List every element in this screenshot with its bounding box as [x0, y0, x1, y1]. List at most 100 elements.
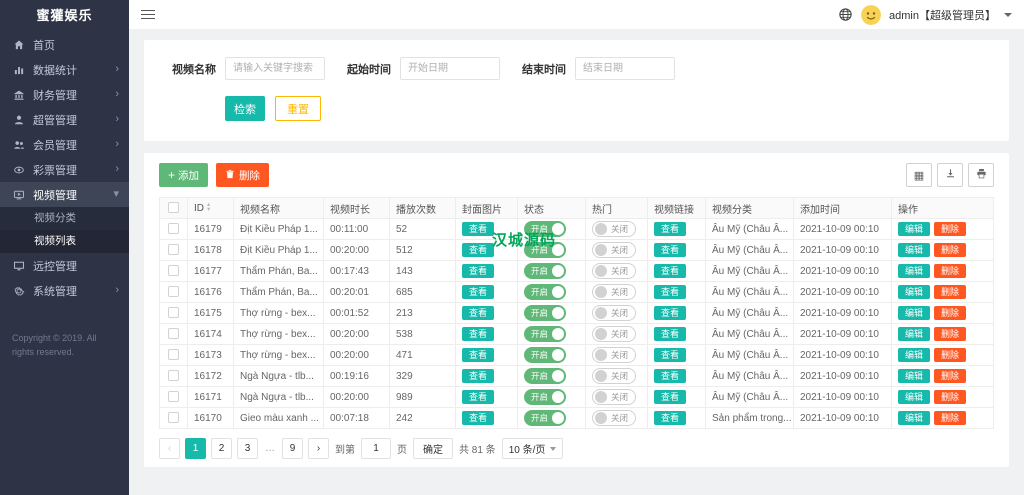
sidebar-item[interactable]: 首页 — [0, 32, 129, 57]
edit-button[interactable]: 编辑 — [898, 389, 931, 405]
sidebar-item[interactable]: 超管管理 › — [0, 107, 129, 132]
view-link-button[interactable]: 查看 — [654, 263, 687, 279]
per-page-select[interactable]: 10 条/页 — [501, 438, 564, 459]
view-link-button[interactable]: 查看 — [654, 305, 687, 321]
row-checkbox[interactable] — [168, 244, 179, 256]
view-cover-button[interactable]: 查看 — [462, 389, 495, 405]
delete-button[interactable]: 删除 — [934, 368, 967, 384]
row-checkbox[interactable] — [168, 328, 179, 340]
goto-confirm-button[interactable]: 确定 — [413, 438, 453, 459]
filter-columns-button[interactable]: ▦ — [906, 163, 932, 187]
edit-button[interactable]: 编辑 — [898, 242, 931, 258]
hot-toggle[interactable]: 关闭 — [592, 347, 637, 363]
row-checkbox[interactable] — [168, 349, 179, 361]
view-link-button[interactable]: 查看 — [654, 410, 687, 426]
view-cover-button[interactable]: 查看 — [462, 284, 495, 300]
page-button-2[interactable]: 2 — [211, 438, 232, 459]
hot-toggle[interactable]: 关闭 — [592, 263, 637, 279]
sidebar-item[interactable]: 彩票管理 › — [0, 157, 129, 182]
video-name-input[interactable] — [225, 57, 325, 80]
delete-button[interactable]: 删除 — [934, 347, 967, 363]
hot-toggle[interactable]: 关闭 — [592, 389, 637, 405]
start-date-input[interactable] — [400, 57, 500, 80]
sidebar-item[interactable]: 远控管理 — [0, 253, 129, 278]
export-button[interactable] — [937, 163, 963, 187]
sidebar-subitem[interactable]: 视频列表 — [0, 230, 129, 253]
sidebar-item[interactable]: 数据统计 › — [0, 57, 129, 82]
add-button[interactable]: + 添加 — [159, 163, 209, 187]
status-toggle[interactable]: 开启 — [524, 347, 567, 363]
view-cover-button[interactable]: 查看 — [462, 347, 495, 363]
view-link-button[interactable]: 查看 — [654, 284, 687, 300]
hot-toggle[interactable]: 关闭 — [592, 410, 637, 426]
view-link-button[interactable]: 查看 — [654, 326, 687, 342]
reset-button[interactable]: 重置 — [275, 96, 321, 121]
select-all-checkbox[interactable] — [168, 202, 179, 214]
row-checkbox[interactable] — [168, 391, 179, 403]
delete-button[interactable]: 删除 — [934, 410, 967, 426]
view-link-button[interactable]: 查看 — [654, 221, 687, 237]
edit-button[interactable]: 编辑 — [898, 263, 931, 279]
user-avatar[interactable] — [861, 4, 882, 25]
status-toggle[interactable]: 开启 — [524, 410, 567, 426]
user-menu[interactable]: admin【超级管理员】 — [889, 7, 996, 23]
status-toggle[interactable]: 开启 — [524, 305, 567, 321]
edit-button[interactable]: 编辑 — [898, 284, 931, 300]
delete-selected-button[interactable]: 删除 — [216, 163, 270, 187]
delete-button[interactable]: 删除 — [934, 305, 967, 321]
delete-button[interactable]: 删除 — [934, 263, 967, 279]
delete-button[interactable]: 删除 — [934, 284, 967, 300]
search-button[interactable]: 检索 — [225, 96, 265, 121]
row-checkbox[interactable] — [168, 307, 179, 319]
hot-toggle[interactable]: 关闭 — [592, 221, 637, 237]
edit-button[interactable]: 编辑 — [898, 347, 931, 363]
hot-toggle[interactable]: 关闭 — [592, 305, 637, 321]
view-cover-button[interactable]: 查看 — [462, 326, 495, 342]
delete-button[interactable]: 删除 — [934, 221, 967, 237]
delete-button[interactable]: 删除 — [934, 242, 967, 258]
view-link-button[interactable]: 查看 — [654, 242, 687, 258]
delete-button[interactable]: 删除 — [934, 326, 967, 342]
status-toggle[interactable]: 开启 — [524, 326, 567, 342]
sort-icon[interactable]: ▴ ▾ — [207, 202, 210, 212]
view-cover-button[interactable]: 查看 — [462, 221, 495, 237]
status-toggle[interactable]: 开启 — [524, 389, 567, 405]
sidebar-item[interactable]: 视频管理 ▾ — [0, 182, 129, 207]
hot-toggle[interactable]: 关闭 — [592, 242, 637, 258]
prev-page-button[interactable]: ‹ — [159, 438, 180, 459]
row-checkbox[interactable] — [168, 286, 179, 298]
sidebar-item[interactable]: 会员管理 › — [0, 132, 129, 157]
edit-button[interactable]: 编辑 — [898, 326, 931, 342]
edit-button[interactable]: 编辑 — [898, 410, 931, 426]
view-link-button[interactable]: 查看 — [654, 389, 687, 405]
page-button-3[interactable]: 3 — [237, 438, 258, 459]
view-cover-button[interactable]: 查看 — [462, 242, 495, 258]
page-button-9[interactable]: 9 — [282, 438, 303, 459]
globe-icon[interactable] — [838, 7, 853, 22]
edit-button[interactable]: 编辑 — [898, 368, 931, 384]
sidebar-item[interactable]: 财务管理 › — [0, 82, 129, 107]
menu-toggle-icon[interactable] — [141, 9, 155, 20]
hot-toggle[interactable]: 关闭 — [592, 284, 637, 300]
goto-page-input[interactable] — [361, 438, 391, 459]
page-button-1[interactable]: 1 — [185, 438, 206, 459]
row-checkbox[interactable] — [168, 412, 179, 424]
edit-button[interactable]: 编辑 — [898, 221, 931, 237]
delete-button[interactable]: 删除 — [934, 389, 967, 405]
row-checkbox[interactable] — [168, 370, 179, 382]
row-checkbox[interactable] — [168, 265, 179, 277]
next-page-button[interactable]: › — [308, 438, 329, 459]
status-toggle[interactable]: 开启 — [524, 368, 567, 384]
sidebar-item[interactable]: 系统管理 › — [0, 278, 129, 303]
end-date-input[interactable] — [575, 57, 675, 80]
view-cover-button[interactable]: 查看 — [462, 368, 495, 384]
view-cover-button[interactable]: 查看 — [462, 305, 495, 321]
print-button[interactable] — [968, 163, 994, 187]
view-cover-button[interactable]: 查看 — [462, 263, 495, 279]
status-toggle[interactable]: 开启 — [524, 263, 567, 279]
view-cover-button[interactable]: 查看 — [462, 410, 495, 426]
caret-down-icon[interactable] — [1004, 12, 1012, 17]
hot-toggle[interactable]: 关闭 — [592, 368, 637, 384]
view-link-button[interactable]: 查看 — [654, 368, 687, 384]
row-checkbox[interactable] — [168, 223, 179, 235]
